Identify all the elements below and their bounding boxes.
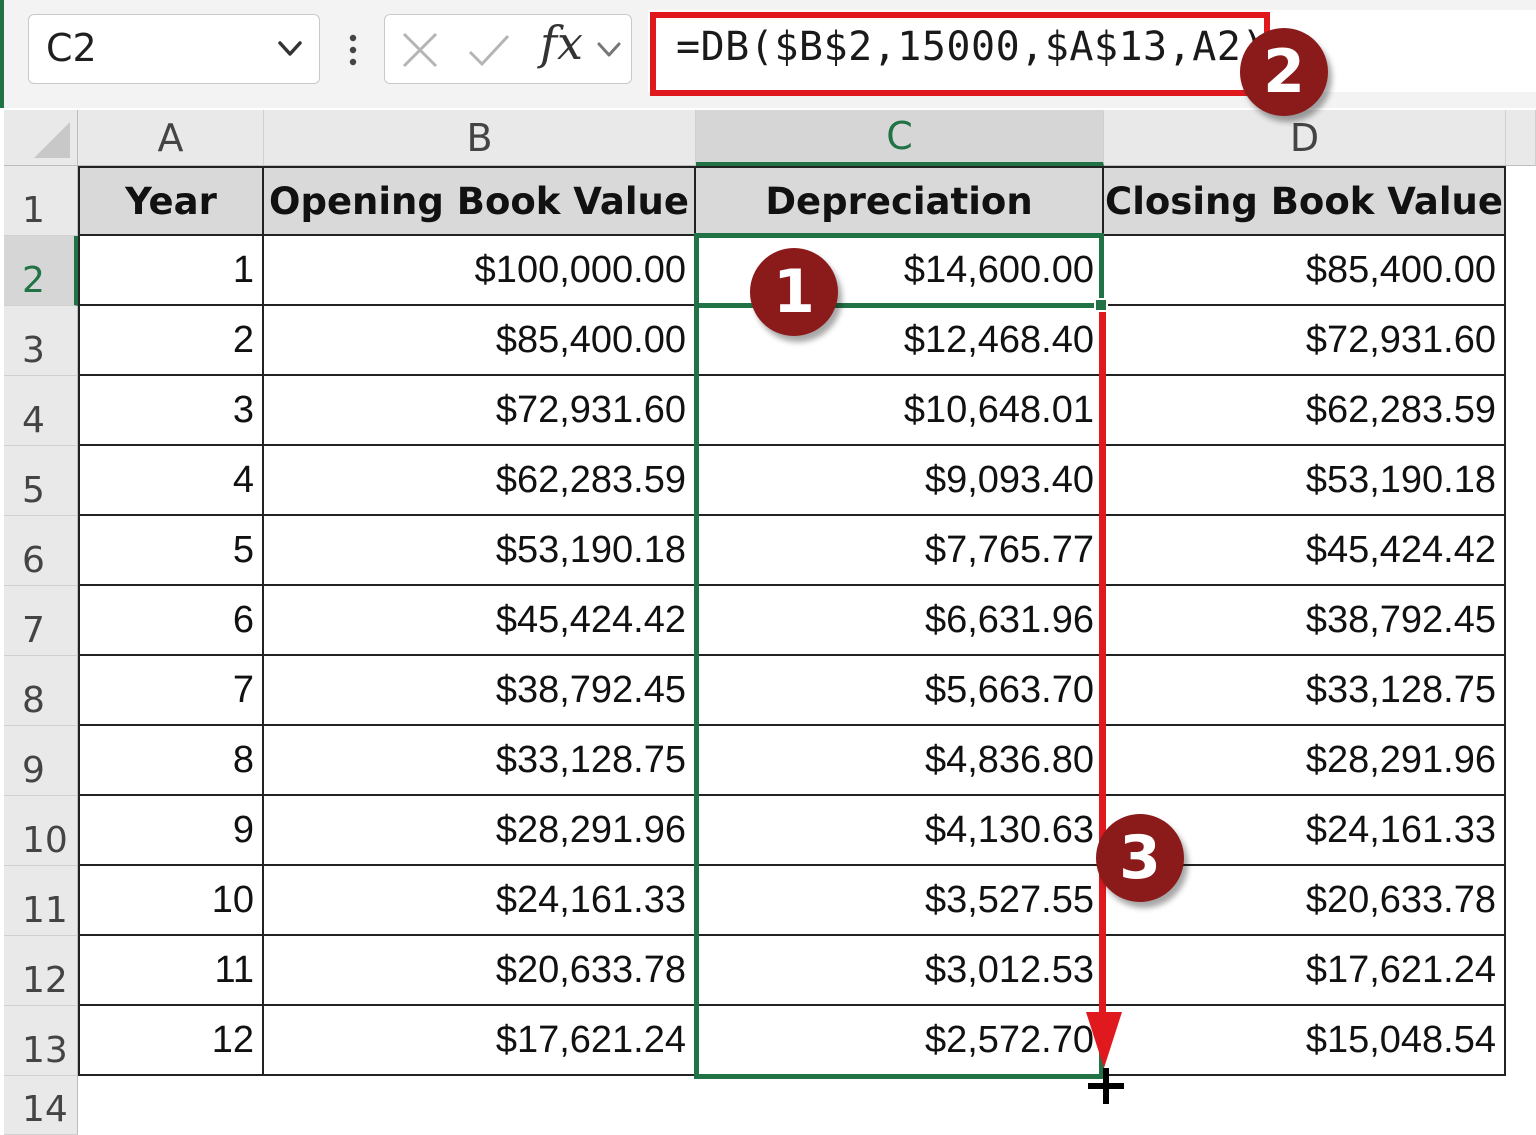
table-cell[interactable]: $7,765.77: [696, 516, 1104, 586]
row-header-3[interactable]: 3: [4, 306, 78, 376]
table-cell[interactable]: 5: [78, 516, 264, 586]
table-cell[interactable]: $2,572.70: [696, 1006, 1104, 1076]
table-cell[interactable]: $28,291.96: [1104, 726, 1506, 796]
table-cell[interactable]: 2: [78, 306, 264, 376]
row-header-14[interactable]: 14: [4, 1076, 78, 1135]
drag-arrow-icon: [1086, 300, 1122, 1068]
column-header-b[interactable]: B: [264, 110, 696, 166]
table-cell[interactable]: $17,621.24: [1104, 936, 1506, 1006]
column-header-d[interactable]: D: [1104, 110, 1506, 166]
table-cell[interactable]: $53,190.18: [1104, 446, 1506, 516]
table-header-cell[interactable]: Depreciation: [696, 166, 1104, 236]
row-header-11[interactable]: 11: [4, 866, 78, 936]
insert-function-icon[interactable]: fx: [540, 16, 583, 70]
table-cell[interactable]: $72,931.60: [1104, 306, 1506, 376]
table-cell[interactable]: $4,130.63: [696, 796, 1104, 866]
table-cell[interactable]: $85,400.00: [264, 306, 696, 376]
step-badge-2: 2: [1240, 28, 1328, 116]
table-cell[interactable]: $28,291.96: [264, 796, 696, 866]
fill-handle[interactable]: [1094, 298, 1108, 312]
table-cell[interactable]: 10: [78, 866, 264, 936]
table-cell[interactable]: 12: [78, 1006, 264, 1076]
row-header-12[interactable]: 12: [4, 936, 78, 1006]
row-header-13[interactable]: 13: [4, 1006, 78, 1076]
crosshair-cursor-icon: [1088, 1068, 1124, 1104]
step-badge-1: 1: [750, 248, 838, 336]
table-cell[interactable]: 4: [78, 446, 264, 516]
table-header-cell[interactable]: Closing Book Value: [1104, 166, 1506, 236]
table-cell[interactable]: 1: [78, 236, 264, 306]
more-options-icon[interactable]: [338, 30, 368, 70]
table-cell[interactable]: $33,128.75: [1104, 656, 1506, 726]
table-cell[interactable]: $3,527.55: [696, 866, 1104, 936]
row-header-1[interactable]: 1: [4, 166, 78, 236]
table-cell[interactable]: $38,792.45: [264, 656, 696, 726]
table-cell[interactable]: $62,283.59: [1104, 376, 1506, 446]
cancel-icon[interactable]: [398, 28, 442, 72]
chevron-down-icon[interactable]: [594, 32, 624, 66]
table-cell[interactable]: $17,621.24: [264, 1006, 696, 1076]
column-header-e[interactable]: [1506, 110, 1536, 166]
table-cell[interactable]: $85,400.00: [1104, 236, 1506, 306]
table-cell[interactable]: $38,792.45: [1104, 586, 1506, 656]
name-box-value: C2: [46, 26, 97, 70]
table-cell[interactable]: $15,048.54: [1104, 1006, 1506, 1076]
table-cell[interactable]: 11: [78, 936, 264, 1006]
table-cell[interactable]: 8: [78, 726, 264, 796]
table-header-cell[interactable]: Opening Book Value: [264, 166, 696, 236]
table-cell[interactable]: 6: [78, 586, 264, 656]
column-header-a[interactable]: A: [78, 110, 264, 166]
table-cell[interactable]: 9: [78, 796, 264, 866]
chevron-down-icon[interactable]: [272, 30, 308, 66]
table-cell[interactable]: $72,931.60: [264, 376, 696, 446]
table-cell[interactable]: 7: [78, 656, 264, 726]
table-cell[interactable]: $24,161.33: [264, 866, 696, 936]
table-cell[interactable]: 3: [78, 376, 264, 446]
table-cell[interactable]: $53,190.18: [264, 516, 696, 586]
table-header-cell[interactable]: Year: [78, 166, 264, 236]
table-cell[interactable]: $10,648.01: [696, 376, 1104, 446]
table-cell[interactable]: $3,012.53: [696, 936, 1104, 1006]
row-header-6[interactable]: 6: [4, 516, 78, 586]
column-header-c[interactable]: C: [696, 110, 1104, 166]
table-cell[interactable]: $100,000.00: [264, 236, 696, 306]
table-cell[interactable]: $33,128.75: [264, 726, 696, 796]
step-badge-3: 3: [1096, 814, 1184, 902]
table-cell[interactable]: $5,663.70: [696, 656, 1104, 726]
row-header-10[interactable]: 10: [4, 796, 78, 866]
table-cell[interactable]: $6,631.96: [696, 586, 1104, 656]
table-cell[interactable]: $45,424.42: [1104, 516, 1506, 586]
select-all-triangle-icon: [34, 122, 70, 158]
check-icon[interactable]: [464, 28, 514, 72]
row-header-7[interactable]: 7: [4, 586, 78, 656]
table-cell[interactable]: $45,424.42: [264, 586, 696, 656]
table-cell[interactable]: $4,836.80: [696, 726, 1104, 796]
table-cell[interactable]: $9,093.40: [696, 446, 1104, 516]
row-header-9[interactable]: 9: [4, 726, 78, 796]
table-cell[interactable]: $62,283.59: [264, 446, 696, 516]
row-header-4[interactable]: 4: [4, 376, 78, 446]
row-header-8[interactable]: 8: [4, 656, 78, 726]
row-header-5[interactable]: 5: [4, 446, 78, 516]
row-header-2[interactable]: 2: [4, 236, 78, 306]
formula-highlight-box: [650, 12, 1270, 96]
table-cell[interactable]: $20,633.78: [264, 936, 696, 1006]
